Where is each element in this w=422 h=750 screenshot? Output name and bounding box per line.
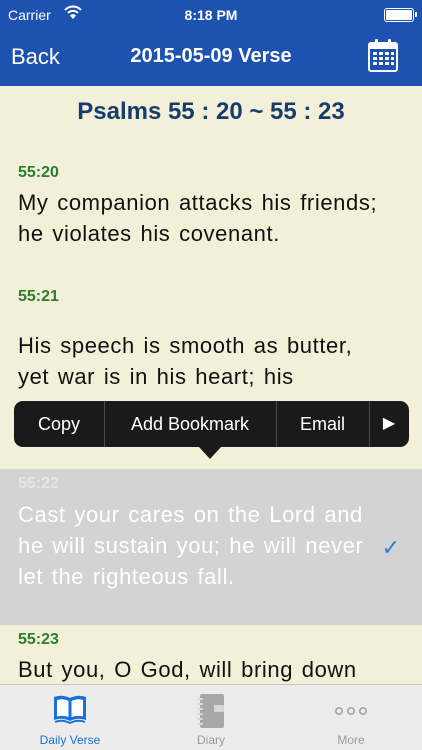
verse-row[interactable]: 55:23 But you, O God, will bring down: [0, 626, 422, 684]
verse-text: But you, O God, will bring down: [18, 657, 357, 682]
verse-number: 55:21: [18, 288, 59, 305]
tab-more[interactable]: More: [281, 685, 421, 750]
tab-daily-verse[interactable]: Daily Verse: [0, 685, 140, 750]
context-menu: Copy Add Bookmark Email ▶: [14, 401, 409, 459]
tab-label: More: [337, 733, 365, 747]
menu-next-arrow-icon[interactable]: ▶: [369, 401, 409, 447]
verse-number: 55:23: [18, 631, 59, 648]
verse-row-selected[interactable]: 55:22 Cast your cares on the Lord and he…: [0, 469, 422, 625]
book-icon: [52, 693, 88, 730]
battery-icon: [384, 8, 417, 22]
more-dots-icon: [334, 703, 368, 721]
tab-label: Daily Verse: [39, 733, 101, 747]
checkmark-icon: ✓: [381, 535, 400, 560]
context-menu-pointer: [199, 447, 221, 459]
add-bookmark-menu-item[interactable]: Add Bookmark: [104, 401, 276, 447]
verse-text: My companion attacks his friends; he vio…: [18, 190, 378, 246]
verse-number: 55:20: [18, 164, 59, 181]
notebook-icon: [196, 693, 226, 734]
status-bar: Carrier 8:18 PM: [0, 0, 422, 30]
navigation-bar: Back 2015-05-09 Verse: [0, 30, 422, 86]
tab-label: Diary: [196, 733, 225, 747]
email-menu-item[interactable]: Email: [276, 401, 369, 447]
header: Carrier 8:18 PM Back 2015-05-09 Verse: [0, 0, 422, 86]
verse-number: 55:22: [18, 475, 59, 492]
verse-content: Psalms 55 : 20 ~ 55 : 23 55:20 My compan…: [0, 86, 422, 684]
passage-reference: Psalms 55 : 20 ~ 55 : 23: [77, 98, 345, 125]
calendar-icon[interactable]: [368, 38, 398, 72]
verse-text: Cast your cares on the Lord and he will …: [18, 502, 364, 589]
status-time: 8:18 PM: [184, 7, 238, 23]
verse-text: His speech is smooth as butter, yet war …: [18, 333, 353, 389]
verse-row[interactable]: 55:20 My companion attacks his friends; …: [0, 160, 422, 285]
copy-menu-item[interactable]: Copy: [14, 401, 104, 447]
tab-diary[interactable]: Diary: [141, 685, 281, 750]
page-title: 2015-05-09 Verse: [130, 45, 292, 67]
tab-bar: Daily Verse Diary More: [0, 684, 422, 750]
